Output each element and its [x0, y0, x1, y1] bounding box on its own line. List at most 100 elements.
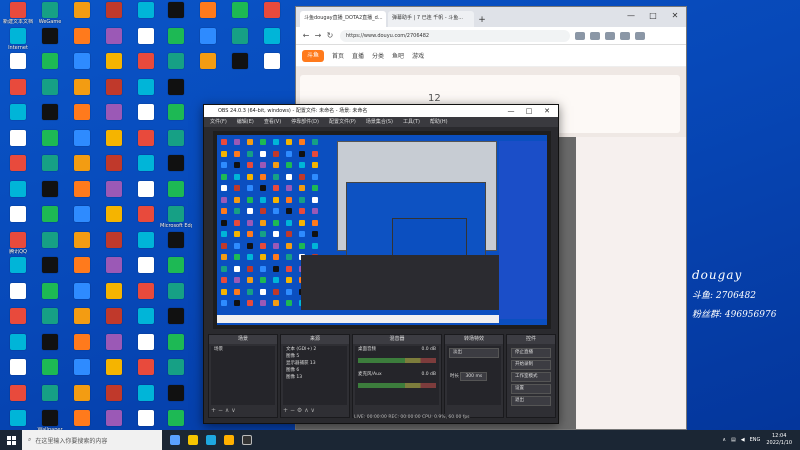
move-down-icon[interactable]: ∨	[311, 407, 315, 414]
clock[interactable]: 12:04 2022/1/10	[766, 433, 792, 447]
preview-mini-icon	[247, 139, 253, 145]
douyu-nav-home[interactable]: 首页	[332, 51, 344, 60]
sources-dock: 来源 文本 (GDI+) 2 图像 5 显示器捕获 13 图像 6 图像 13 …	[280, 334, 350, 418]
gear-icon[interactable]: ⚙	[297, 407, 302, 414]
add-scene-icon[interactable]: +	[211, 407, 216, 414]
exit-button[interactable]: 退出	[511, 396, 551, 406]
collections-icon[interactable]	[605, 31, 615, 40]
menu-docks[interactable]: 停靠部件(D)	[291, 117, 319, 127]
preview-nested-controls	[301, 255, 501, 310]
app-icon	[138, 104, 154, 120]
menu-scene-collection[interactable]: 场景集合(S)	[366, 117, 393, 127]
desktop-icon[interactable]	[192, 53, 224, 87]
preview-mini-icon	[299, 139, 305, 145]
move-down-icon[interactable]: ∨	[231, 407, 235, 414]
douyu-nav-category[interactable]: 分类	[372, 51, 384, 60]
obs-window[interactable]: OBS 24.0.3 (64-bit, windows) - 配置文件: 未命名…	[203, 104, 559, 424]
add-source-icon[interactable]: +	[283, 407, 288, 414]
obs-icon[interactable]	[242, 435, 252, 445]
language-indicator[interactable]: ENG	[750, 437, 761, 443]
forward-icon[interactable]: →	[312, 31, 324, 40]
source-item[interactable]: 显示器捕获 13	[283, 360, 347, 367]
app-icon	[106, 2, 122, 18]
more-icon[interactable]	[635, 31, 645, 40]
app-icon	[168, 2, 184, 18]
menu-edit[interactable]: 编辑(E)	[237, 117, 254, 127]
preview-mini-icon	[273, 254, 279, 260]
preview-mini-icon	[273, 219, 279, 226]
desktop-icon[interactable]	[256, 53, 288, 87]
settings-button[interactable]: 设置	[511, 384, 551, 394]
duration-input[interactable]: 300 ms	[460, 372, 488, 381]
favorites-icon[interactable]	[590, 31, 600, 40]
browser-tab-danmu[interactable]: 弹幕助手 | 7 已连 千帆 - 斗鱼...	[388, 11, 474, 27]
source-item[interactable]: 图像 5	[283, 353, 347, 360]
windows-icon	[6, 435, 16, 445]
file-explorer-icon[interactable]	[188, 435, 198, 445]
app-icon	[168, 359, 184, 375]
url-input[interactable]: https://www.douyu.com/2706482	[340, 29, 570, 42]
volume-meter[interactable]	[358, 358, 436, 363]
preview-mini-icon	[221, 162, 227, 168]
back-icon[interactable]: ←	[300, 31, 312, 40]
scene-item[interactable]: 场景	[211, 346, 275, 353]
profile-icon[interactable]	[620, 31, 630, 40]
taskbar-search[interactable]: ⌕ 在这里输入你要搜索的内容	[22, 430, 162, 450]
preview-mini-icon	[234, 219, 240, 226]
menu-file[interactable]: 文件(F)	[210, 117, 227, 127]
volume-meter[interactable]	[358, 383, 436, 388]
menu-view[interactable]: 查看(V)	[264, 117, 281, 127]
remove-scene-icon[interactable]: −	[218, 407, 223, 414]
extension-icon[interactable]	[575, 31, 585, 40]
menu-tools[interactable]: 工具(T)	[403, 117, 420, 127]
app-icon	[168, 53, 184, 69]
studio-mode-button[interactable]: 工作室模式	[511, 372, 551, 382]
minimize-button[interactable]: —	[620, 7, 642, 27]
obs-maximize-button[interactable]: □	[520, 105, 538, 117]
douyu-icon[interactable]	[224, 435, 234, 445]
tray-chevron-icon[interactable]: ∧	[722, 437, 726, 443]
preview-mini-icon	[260, 277, 266, 283]
browser-tab-douyu[interactable]: 斗鱼dougay直播_DOTA2直播_d...	[300, 11, 386, 27]
desktop-icon[interactable]	[224, 53, 256, 87]
preview-mini-icon	[234, 162, 240, 168]
remove-source-icon[interactable]: −	[290, 407, 295, 414]
menu-help[interactable]: 帮助(H)	[430, 117, 448, 127]
preview-mini-icon	[260, 242, 266, 249]
move-up-icon[interactable]: ∧	[304, 407, 308, 414]
menu-profile[interactable]: 配置文件(P)	[329, 117, 356, 127]
app-icon	[106, 27, 122, 44]
app-icon	[10, 333, 26, 350]
douyu-nav-yuba[interactable]: 鱼吧	[392, 51, 404, 60]
stop-streaming-button[interactable]: 停止直播	[511, 348, 551, 358]
transition-select[interactable]: 淡出	[449, 348, 499, 358]
close-button[interactable]: ✕	[664, 7, 686, 27]
network-icon[interactable]: ▤	[731, 437, 736, 443]
app-icon	[138, 384, 154, 401]
douyu-nav-live[interactable]: 直播	[352, 51, 364, 60]
source-item[interactable]: 图像 6	[283, 367, 347, 374]
preview-mini-icon	[247, 300, 253, 306]
start-recording-button[interactable]: 开始录制	[511, 360, 551, 370]
start-button[interactable]	[0, 430, 22, 450]
preview-mini-icon	[247, 196, 253, 203]
task-view-icon[interactable]	[170, 435, 180, 445]
obs-preview[interactable]	[213, 131, 551, 329]
source-item[interactable]: 文本 (GDI+) 2	[283, 346, 347, 353]
edge-icon[interactable]	[206, 435, 216, 445]
obs-close-button[interactable]: ✕	[538, 105, 556, 117]
obs-titlebar: OBS 24.0.3 (64-bit, windows) - 配置文件: 未命名…	[204, 105, 558, 117]
move-up-icon[interactable]: ∧	[225, 407, 229, 414]
douyu-logo[interactable]: 斗鱼	[302, 49, 324, 62]
volume-icon[interactable]: ◀	[741, 437, 745, 443]
app-icon	[138, 333, 154, 350]
source-item[interactable]: 图像 13	[283, 374, 347, 381]
douyu-nav-games[interactable]: 游戏	[412, 51, 424, 60]
refresh-icon[interactable]: ↻	[324, 31, 336, 40]
app-icon	[74, 155, 90, 171]
obs-minimize-button[interactable]: —	[502, 105, 520, 117]
maximize-button[interactable]: □	[642, 7, 664, 27]
preview-mini-icon	[260, 231, 266, 237]
app-icon	[168, 155, 184, 171]
new-tab-button[interactable]: +	[476, 15, 488, 25]
